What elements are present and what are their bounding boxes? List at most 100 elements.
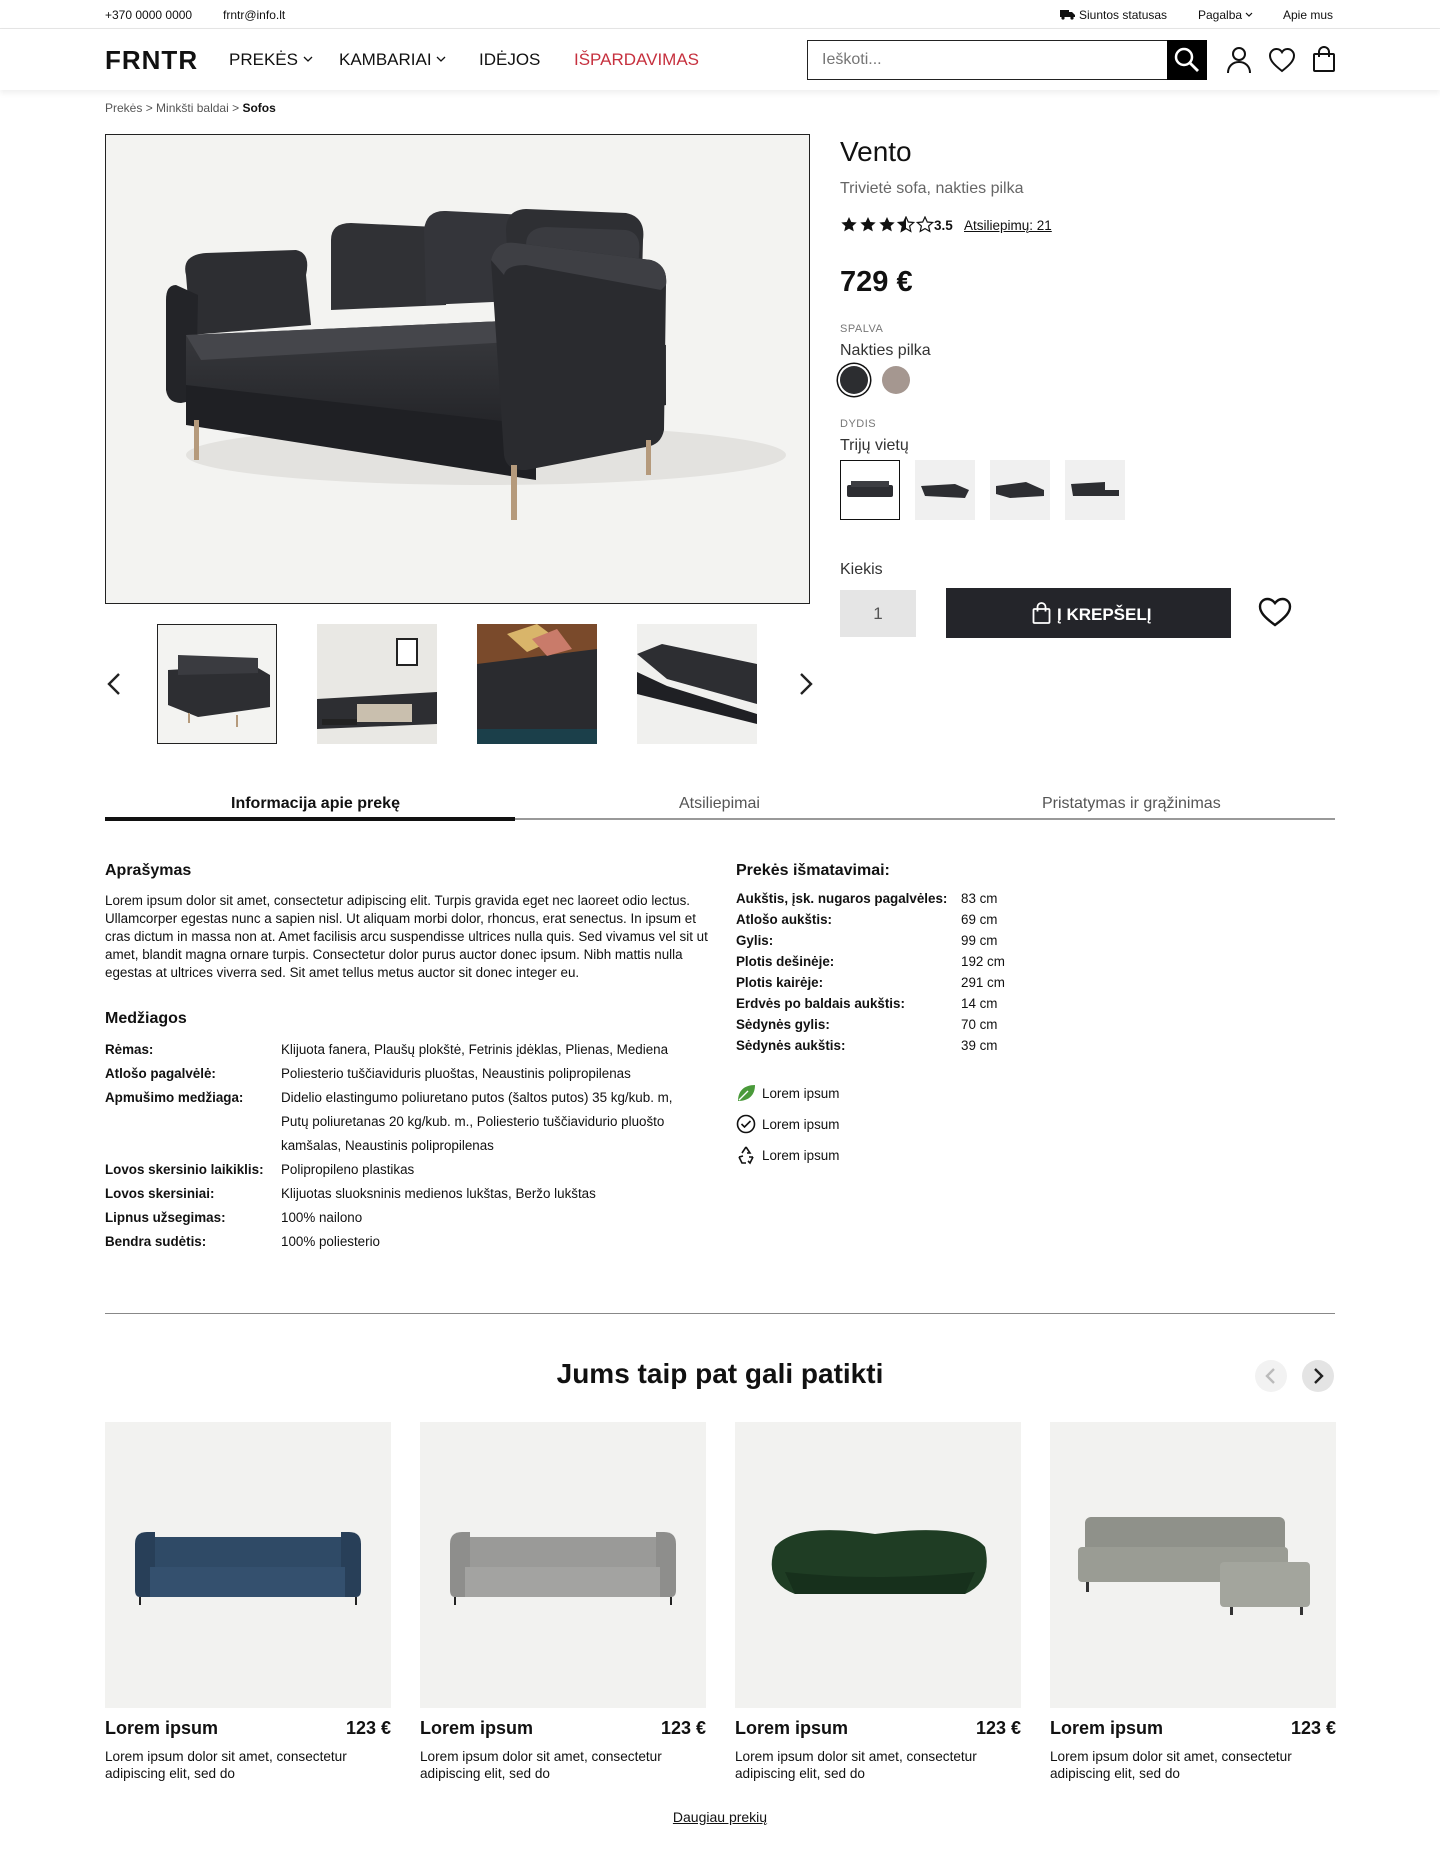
star-rating-icon [841,215,935,233]
nav-rooms[interactable]: KAMBARIAI [339,50,446,70]
product-card[interactable]: Lorem ipsum 123 € Lorem ipsum dolor sit … [420,1422,706,1781]
recycle-icon [738,1146,754,1165]
email-link[interactable]: frntr@info.lt [223,8,285,22]
check-circle-icon [736,1114,756,1134]
color-label: SPALVA [840,323,884,335]
prev-image-arrow-icon[interactable] [103,670,127,698]
search-icon [1174,47,1199,72]
dimensions-heading: Prekės išmatavimai: [736,862,890,879]
active-tab-indicator [105,817,515,821]
product-card-desc: Lorem ipsum dolor sit amet, consectetur … [420,1749,662,1781]
heart-icon[interactable] [1268,47,1296,73]
sofa-large-corner-icon [996,482,1044,498]
product-card-desc: Lorem ipsum dolor sit amet, consectetur … [1050,1749,1292,1781]
bag-icon[interactable] [1312,45,1336,73]
materials-heading: Medžiagos [105,1010,187,1027]
leaf-icon [738,1085,755,1101]
product-card[interactable]: Lorem ipsum 123 € Lorem ipsum dolor sit … [735,1422,1021,1781]
reviews-link[interactable]: Atsiliepimų: 21 [964,218,1052,233]
size-option-three-seat[interactable] [840,460,900,520]
about-link[interactable]: Apie mus [1283,8,1333,22]
sofa-blue-image [135,1532,361,1605]
nav-sale[interactable]: IŠPARDAVIMAS [574,50,699,70]
thumbnail-detail-image [477,624,597,744]
sofa-three-seat-icon [847,481,893,497]
size-option-large-corner[interactable] [990,460,1050,520]
tab-delivery-returns[interactable]: Pristatymas ir grąžinimas [1042,795,1221,813]
more-products-link[interactable]: Daugiau prekių [673,1809,767,1825]
next-image-arrow-icon[interactable] [793,670,817,698]
thumbnail-3[interactable] [477,624,597,744]
color-value: Nakties pilka [840,342,931,359]
product-card-image [735,1422,1021,1708]
nav-ideas[interactable]: IDĖJOS [479,50,540,70]
bag-icon [1032,602,1051,624]
quantity-input[interactable]: 1 [840,590,916,637]
feature-eco: Lorem ipsum [736,1083,839,1105]
product-card-name: Lorem ipsum [1050,1718,1164,1738]
carousel-next-icon[interactable] [1302,1360,1334,1392]
carousel-prev-icon[interactable] [1255,1360,1287,1392]
product-card-name: Lorem ipsum [105,1718,219,1738]
tab-product-info[interactable]: Informacija apie prekę [231,795,400,813]
sofa-grey-image [450,1532,676,1605]
thumbnail-back-image [637,644,757,724]
product-card-name: Lorem ipsum [420,1718,534,1738]
description-text: Lorem ipsum dolor sit amet, consectetur … [105,893,708,980]
thumbnail-2[interactable] [317,624,437,744]
breadcrumb-link[interactable]: Minkšti baldai [156,101,229,115]
search-input[interactable] [808,41,1168,79]
section-divider [105,1313,1335,1314]
user-icon[interactable] [1226,46,1252,74]
feature-certified: Lorem ipsum [736,1114,839,1136]
recommendations-title: Jums taip pat gali patikti [556,1358,884,1389]
top-bar: +370 0000 0000 frntr@info.lt Siuntos sta… [0,0,1440,29]
help-menu[interactable]: Pagalba [1198,8,1253,22]
shipping-status-link[interactable]: Siuntos statusas [1060,8,1167,22]
truck-icon [1060,10,1075,20]
nav-products[interactable]: PREKĖS [229,50,313,70]
product-card-price: 123 € [1290,1718,1336,1738]
size-option-corner[interactable] [915,460,975,520]
wishlist-heart-icon[interactable] [1257,596,1293,628]
product-card-desc: Lorem ipsum dolor sit amet, consectetur … [105,1749,347,1781]
rating-value: 3.5 [934,218,953,233]
size-option-u-shape[interactable] [1065,460,1125,520]
product-card[interactable]: Lorem ipsum 123 € Lorem ipsum dolor sit … [1050,1422,1336,1781]
thumbnail-sofa-image [168,655,270,727]
breadcrumb: Prekės > Minkšti baldai > Sofos [105,101,276,115]
product-subtitle: Trivietė sofa, nakties pilka [840,180,1024,197]
sofa-green-image [771,1530,987,1594]
main-product-image[interactable] [105,134,810,604]
sofa-corner-grey-image [1078,1517,1310,1615]
breadcrumb-link[interactable]: Prekės [105,101,142,115]
thumbnail-room-image [317,638,437,729]
add-to-cart-button[interactable]: Į KREPŠELĮ [946,588,1231,638]
product-card-price: 123 € [345,1718,391,1738]
sofa-illustration [166,209,786,520]
product-title: Vento [840,136,912,167]
sofa-corner-icon [921,484,969,498]
sofa-u-shape-icon [1071,482,1119,496]
product-card-price: 123 € [975,1718,1021,1738]
description-heading: Aprašymas [105,862,192,879]
product-card-desc: Lorem ipsum dolor sit amet, consectetur … [735,1749,977,1781]
chevron-down-icon [1245,12,1253,17]
color-swatch-taupe[interactable] [882,366,910,394]
logo[interactable]: FRNTR [105,45,198,76]
product-card-image [105,1422,391,1708]
search-button[interactable] [1167,40,1207,80]
thumbnail-1[interactable] [157,624,277,744]
phone-number[interactable]: +370 0000 0000 [105,8,192,22]
size-value: Trijų vietų [840,437,909,454]
color-swatch-dark-grey[interactable] [840,366,868,394]
product-card-image [420,1422,706,1708]
product-card[interactable]: Lorem ipsum 123 € Lorem ipsum dolor sit … [105,1422,391,1781]
more-products-link-wrap: Daugiau prekių [0,1809,1440,1825]
quantity-label: Kiekis [840,561,883,578]
chevron-down-icon [303,56,313,62]
breadcrumb-current: Sofos [242,101,276,115]
tab-reviews[interactable]: Atsiliepimai [679,795,760,813]
chevron-down-icon [436,56,446,62]
thumbnail-4[interactable] [637,624,757,744]
